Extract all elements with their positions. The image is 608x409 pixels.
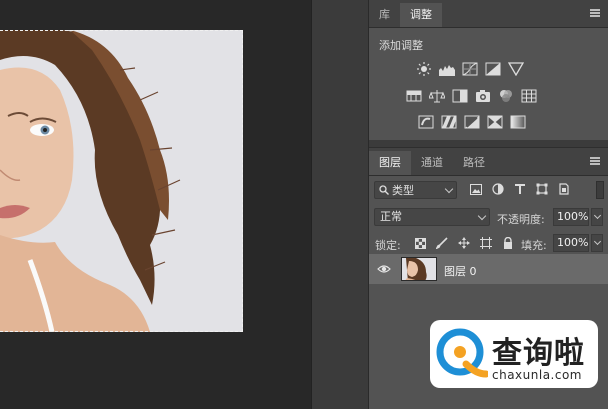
shape-filter-icon[interactable] bbox=[535, 182, 549, 196]
opacity-dropdown-icon[interactable] bbox=[591, 208, 603, 226]
tab-library[interactable]: 库 bbox=[369, 3, 400, 27]
adjustments-row-2 bbox=[405, 88, 537, 103]
gradient-map-icon[interactable] bbox=[509, 114, 526, 129]
lock-icons bbox=[413, 236, 515, 250]
watermark-logo: 查询啦 chaxunla.com bbox=[430, 320, 598, 388]
fill-label: 填充: bbox=[521, 239, 547, 252]
lock-row: 锁定: 填充: 100% bbox=[369, 230, 608, 256]
fill-dropdown-icon[interactable] bbox=[591, 234, 603, 252]
invert-icon[interactable] bbox=[417, 114, 434, 129]
curves-icon[interactable] bbox=[461, 61, 478, 76]
layer-filter-icons bbox=[469, 182, 571, 196]
lock-artboard-icon[interactable] bbox=[479, 236, 493, 250]
selective-color-icon[interactable] bbox=[486, 114, 503, 129]
watermark-url: chaxunla.com bbox=[492, 368, 582, 382]
layer-name[interactable]: 图层 0 bbox=[444, 263, 477, 279]
blend-row: 正常 不透明度: 100% bbox=[369, 204, 608, 230]
lock-position-icon[interactable] bbox=[457, 236, 471, 250]
layer-thumbnail bbox=[401, 257, 437, 281]
layer-row[interactable]: 图层 0 bbox=[369, 254, 608, 284]
image-filter-icon[interactable] bbox=[469, 182, 483, 196]
chevron-down-icon bbox=[444, 184, 454, 194]
tab-adjustments[interactable]: 调整 bbox=[400, 3, 442, 27]
opacity-input[interactable]: 100% bbox=[553, 208, 589, 226]
blend-mode-value: 正常 bbox=[380, 210, 402, 223]
chaxunla-logo-icon bbox=[436, 328, 488, 378]
adjustments-body: 添加调整 bbox=[369, 28, 608, 140]
threshold-icon[interactable] bbox=[463, 114, 480, 129]
portrait-photo bbox=[0, 30, 181, 332]
color-lookup-icon[interactable] bbox=[520, 88, 537, 103]
lock-all-icon[interactable] bbox=[501, 236, 515, 250]
adjustments-title: 添加调整 bbox=[379, 39, 423, 52]
tab-channels[interactable]: 通道 bbox=[411, 151, 453, 175]
channel-mixer-icon[interactable] bbox=[497, 88, 514, 103]
panel-dock-strip bbox=[311, 0, 368, 409]
opacity-label: 不透明度: bbox=[497, 213, 545, 226]
panel-divider bbox=[369, 140, 608, 148]
tab-layers[interactable]: 图层 bbox=[369, 151, 411, 175]
exposure-icon[interactable] bbox=[484, 61, 501, 76]
eye-icon[interactable] bbox=[377, 263, 391, 275]
canvas-area[interactable] bbox=[0, 0, 311, 409]
adjustment-filter-icon[interactable] bbox=[491, 182, 505, 196]
layers-tabbar: 图层 通道 路径 bbox=[369, 148, 608, 176]
smart-object-filter-icon[interactable] bbox=[557, 182, 571, 196]
layer-filter-select[interactable]: 类型 bbox=[374, 181, 457, 199]
tab-paths[interactable]: 路径 bbox=[453, 151, 495, 175]
type-filter-icon[interactable] bbox=[513, 182, 527, 196]
document-canvas[interactable] bbox=[0, 30, 243, 332]
layer-filter-label: 类型 bbox=[392, 184, 414, 197]
layers-filter-bar: 类型 bbox=[369, 176, 608, 204]
color-balance-icon[interactable] bbox=[428, 88, 445, 103]
lock-label: 锁定: bbox=[375, 239, 401, 252]
fill-input[interactable]: 100% bbox=[553, 234, 589, 252]
adjustments-tabbar: 库 调整 bbox=[369, 0, 608, 28]
blend-mode-select[interactable]: 正常 bbox=[374, 208, 490, 226]
vibrance-icon[interactable] bbox=[507, 61, 524, 76]
levels-icon[interactable] bbox=[438, 61, 455, 76]
lock-image-pixels-icon[interactable] bbox=[435, 236, 449, 250]
posterize-icon[interactable] bbox=[440, 114, 457, 129]
search-icon bbox=[379, 185, 389, 195]
adjustments-row-3 bbox=[417, 114, 526, 129]
chevron-down-icon bbox=[477, 211, 487, 221]
layers-panel-menu-icon[interactable] bbox=[590, 157, 600, 165]
lock-transparent-pixels-icon[interactable] bbox=[413, 236, 427, 250]
photo-filter-icon[interactable] bbox=[474, 88, 491, 103]
adjustments-row-1 bbox=[415, 61, 524, 76]
hue-saturation-icon[interactable] bbox=[405, 88, 422, 103]
filter-toggle-switch[interactable] bbox=[596, 181, 604, 199]
brightness-icon[interactable] bbox=[415, 61, 432, 76]
black-white-icon[interactable] bbox=[451, 88, 468, 103]
panel-menu-icon[interactable] bbox=[590, 9, 600, 17]
watermark-name: 查询啦 bbox=[492, 336, 585, 371]
